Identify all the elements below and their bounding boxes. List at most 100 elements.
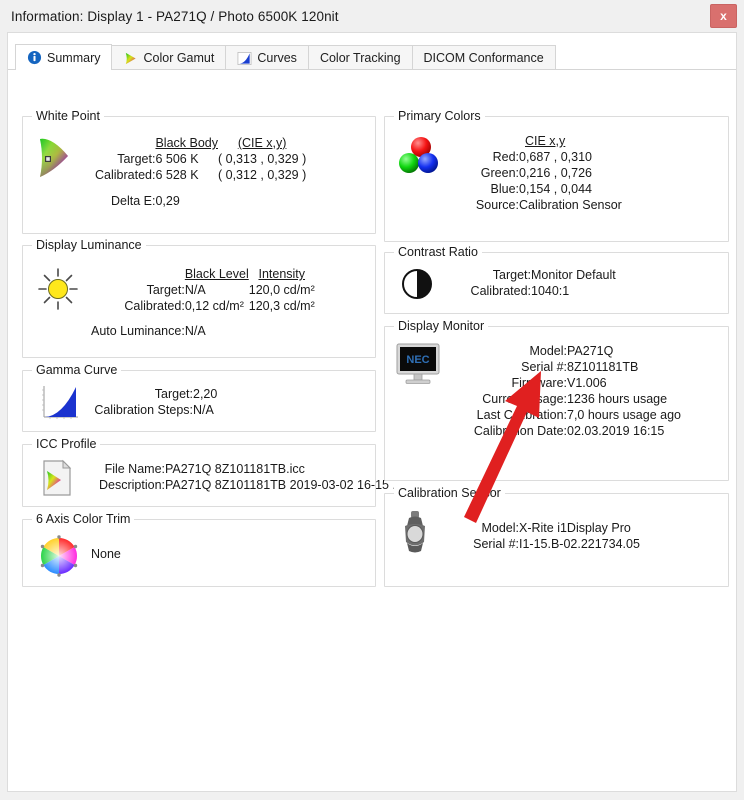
color-trim-legend: 6 Axis Color Trim bbox=[32, 512, 134, 526]
tab-color-tracking-label: Color Tracking bbox=[320, 51, 401, 65]
contrast-icon bbox=[398, 265, 436, 303]
curves-icon bbox=[237, 51, 252, 66]
color-gamut-icon bbox=[123, 51, 138, 66]
luminance-calibrated-black-level: 0,12 cd/m² bbox=[185, 298, 249, 314]
monitor-row-last-calibration: Last Calibration: 7,0 hours usage ago bbox=[447, 407, 681, 423]
icc-profile-table: File Name: PA271Q 8Z101181TB.icc Descrip… bbox=[83, 461, 403, 493]
gamma-curve-icon bbox=[38, 383, 80, 423]
primary-blue-value: 0,154 , 0,044 bbox=[519, 181, 622, 197]
sun-icon bbox=[33, 265, 83, 313]
gamma-target-label: Target: bbox=[83, 386, 193, 402]
white-point-table: Black Body (CIE x,y) Target: 6 506 K ( 0… bbox=[95, 135, 306, 209]
rgb-spheres-icon bbox=[395, 133, 447, 181]
display-luminance-table: Black Level Intensity Target: N/A 120,0 … bbox=[91, 266, 315, 339]
white-point-calibrated-cie: ( 0,312 , 0,329 ) bbox=[218, 167, 306, 183]
delta-e-value: 0,29 bbox=[155, 193, 218, 209]
contrast-calibrated-value: 1040:1 bbox=[531, 283, 616, 299]
luminance-header-intensity: Intensity bbox=[249, 266, 315, 282]
white-point-target-black-body: 6 506 K bbox=[155, 151, 218, 167]
white-point-row-calibrated: Calibrated: 6 528 K ( 0,312 , 0,329 ) bbox=[95, 167, 306, 183]
gamma-curve-table: Target: 2,20 Calibration Steps: N/A bbox=[83, 386, 217, 418]
title-bar: Information: Display 1 - PA271Q / Photo … bbox=[0, 0, 744, 32]
tab-dicom-conformance[interactable]: DICOM Conformance bbox=[412, 45, 556, 70]
primary-green-label: Green: bbox=[451, 165, 519, 181]
tab-summary-label: Summary bbox=[47, 51, 100, 65]
white-point-legend: White Point bbox=[32, 109, 104, 123]
luminance-calibrated-intensity: 120,3 cd/m² bbox=[249, 298, 315, 314]
monitor-current-usage-value: 1236 hours usage bbox=[567, 391, 681, 407]
monitor-row-serial: Serial #: 8Z101181TB bbox=[447, 359, 681, 375]
cie-chromaticity-icon bbox=[32, 135, 84, 183]
monitor-firmware-value: V1.006 bbox=[567, 375, 681, 391]
tab-color-gamut[interactable]: Color Gamut bbox=[111, 45, 226, 70]
white-point-target-label: Target: bbox=[95, 151, 155, 167]
svg-text:NEC: NEC bbox=[406, 354, 429, 366]
primary-blue-label: Blue: bbox=[451, 181, 519, 197]
monitor-calibration-date-value: 02.03.2019 16:15 bbox=[567, 423, 681, 439]
luminance-target-intensity: 120,0 cd/m² bbox=[249, 282, 315, 298]
monitor-row-current-usage: Current Usage: 1236 hours usage bbox=[447, 391, 681, 407]
white-point-row-target: Target: 6 506 K ( 0,313 , 0,329 ) bbox=[95, 151, 306, 167]
primary-colors-legend: Primary Colors bbox=[394, 109, 485, 123]
luminance-target-black-level: N/A bbox=[185, 282, 249, 298]
white-point-header-black-body: Black Body bbox=[155, 135, 218, 151]
primary-red-label: Red: bbox=[451, 149, 519, 165]
display-monitor-legend: Display Monitor bbox=[394, 319, 488, 333]
information-window: Information: Display 1 - PA271Q / Photo … bbox=[0, 0, 744, 800]
icc-file-name-label: File Name: bbox=[83, 461, 165, 477]
luminance-row-target: Target: N/A 120,0 cd/m² bbox=[91, 282, 315, 298]
contrast-row-target: Target: Monitor Default bbox=[443, 267, 616, 283]
luminance-row-calibrated: Calibrated: 0,12 cd/m² 120,3 cd/m² bbox=[91, 298, 315, 314]
monitor-current-usage-label: Current Usage: bbox=[447, 391, 567, 407]
gamma-curve-legend: Gamma Curve bbox=[32, 363, 121, 377]
tab-curves[interactable]: Curves bbox=[225, 45, 309, 70]
close-button[interactable]: x bbox=[710, 4, 737, 28]
gamma-steps-value: N/A bbox=[193, 402, 217, 418]
primary-row-blue: Blue: 0,154 , 0,044 bbox=[451, 181, 622, 197]
monitor-last-calibration-value: 7,0 hours usage ago bbox=[567, 407, 681, 423]
icc-description-value: PA271Q 8Z101181TB 2019-03-02 16-15 ... bbox=[165, 477, 403, 493]
group-primary-colors: Primary Colors bbox=[384, 116, 729, 242]
group-icc-profile: ICC Profile bbox=[22, 444, 376, 507]
auto-luminance-value: N/A bbox=[185, 323, 249, 339]
sensor-row-serial: Serial #: I1-15.B-02.221734.05 bbox=[441, 536, 640, 552]
group-gamma-curve: Gamma Curve Target: bbox=[22, 370, 376, 432]
monitor-serial-label: Serial #: bbox=[447, 359, 567, 375]
tab-strip: Summary Color Gamut bbox=[15, 44, 736, 70]
gamma-steps-label: Calibration Steps: bbox=[83, 402, 193, 418]
contrast-row-calibrated: Calibrated: 1040:1 bbox=[443, 283, 616, 299]
monitor-calibration-date-label: Calibration Date: bbox=[447, 423, 567, 439]
sensor-row-model: Model: X-Rite i1Display Pro bbox=[441, 520, 640, 536]
tab-curves-label: Curves bbox=[257, 51, 297, 65]
group-contrast-ratio: Contrast Ratio Target: Monitor Default C… bbox=[384, 252, 729, 314]
color-trim-value: None bbox=[91, 547, 121, 561]
icc-row-file-name: File Name: PA271Q 8Z101181TB.icc bbox=[83, 461, 403, 477]
primary-row-red: Red: 0,687 , 0,310 bbox=[451, 149, 622, 165]
monitor-model-label: Model: bbox=[447, 343, 567, 359]
primary-row-source: Source: Calibration Sensor bbox=[451, 197, 622, 213]
icc-profile-legend: ICC Profile bbox=[32, 437, 100, 451]
auto-luminance-label: Auto Luminance: bbox=[91, 323, 185, 339]
contrast-ratio-table: Target: Monitor Default Calibrated: 1040… bbox=[443, 267, 616, 299]
primary-row-green: Green: 0,216 , 0,726 bbox=[451, 165, 622, 181]
gamma-row-target: Target: 2,20 bbox=[83, 386, 217, 402]
sensor-serial-value: I1-15.B-02.221734.05 bbox=[519, 536, 640, 552]
tab-summary[interactable]: Summary bbox=[15, 44, 112, 70]
gamma-target-value: 2,20 bbox=[193, 386, 217, 402]
group-color-trim: 6 Axis Color Trim bbox=[22, 519, 376, 587]
primary-colors-table: CIE x,y Red: 0,687 , 0,310 Green: 0,216 … bbox=[451, 133, 622, 213]
icc-row-description: Description: PA271Q 8Z101181TB 2019-03-0… bbox=[83, 477, 403, 493]
tab-color-tracking[interactable]: Color Tracking bbox=[308, 45, 413, 70]
group-display-monitor: Display Monitor NEC Model: PA271Q Serial… bbox=[384, 326, 729, 481]
white-point-header-cie: (CIE x,y) bbox=[218, 135, 306, 151]
luminance-calibrated-label: Calibrated: bbox=[91, 298, 185, 314]
contrast-ratio-legend: Contrast Ratio bbox=[394, 245, 482, 259]
monitor-firmware-label: Firmware: bbox=[447, 375, 567, 391]
contrast-calibrated-label: Calibrated: bbox=[443, 283, 531, 299]
group-calibration-sensor: Calibration Sensor Model: X-Rite i1Displ… bbox=[384, 493, 729, 587]
white-point-calibrated-label: Calibrated: bbox=[95, 167, 155, 183]
delta-e-label: Delta E: bbox=[95, 193, 155, 209]
icc-file-name-value: PA271Q 8Z101181TB.icc bbox=[165, 461, 403, 477]
primary-red-value: 0,687 , 0,310 bbox=[519, 149, 622, 165]
info-icon bbox=[27, 50, 42, 65]
